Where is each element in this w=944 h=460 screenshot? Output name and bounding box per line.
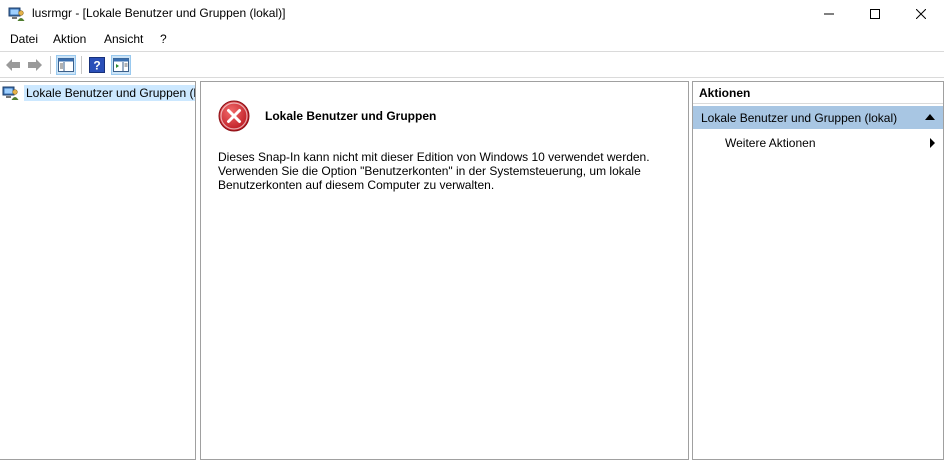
forward-arrow-icon: [28, 59, 42, 71]
users-groups-icon: [2, 85, 20, 101]
maximize-icon: [870, 9, 880, 19]
users-groups-icon: [8, 6, 26, 22]
submenu-arrow-icon: [930, 138, 935, 148]
tree-item-root[interactable]: Lokale Benutzer und Gruppen (lokal): [2, 84, 195, 102]
menu-help[interactable]: ?: [160, 32, 167, 46]
show-hide-console-tree-button[interactable]: [56, 55, 76, 75]
menu-aktion[interactable]: Aktion: [53, 32, 86, 46]
minimize-button[interactable]: [806, 0, 852, 28]
error-title: Lokale Benutzer und Gruppen: [265, 109, 437, 123]
show-hide-action-pane-icon: [113, 58, 129, 72]
window-title: lusrmgr - [Lokale Benutzer und Gruppen (…: [32, 6, 286, 20]
result-pane: Lokale Benutzer und Gruppen Dieses Snap-…: [200, 81, 689, 460]
back-arrow-icon: [6, 59, 20, 71]
title-bar: lusrmgr - [Lokale Benutzer und Gruppen (…: [0, 0, 944, 28]
help-icon: ?: [89, 57, 105, 73]
actions-group-header[interactable]: Lokale Benutzer und Gruppen (lokal): [693, 106, 943, 129]
menu-datei[interactable]: Datei: [10, 32, 38, 46]
back-button[interactable]: [3, 55, 23, 75]
show-hide-console-tree-icon: [58, 58, 74, 72]
error-icon: [218, 100, 250, 132]
close-button[interactable]: [898, 0, 944, 28]
action-more-actions[interactable]: Weitere Aktionen: [725, 136, 816, 150]
toolbar-separator: [81, 56, 82, 74]
error-message: Dieses Snap-In kann nicht mit dieser Edi…: [218, 150, 650, 192]
collapse-arrow-icon[interactable]: [925, 114, 935, 120]
toolbar-separator: [50, 56, 51, 74]
minimize-icon: [824, 13, 834, 15]
help-button[interactable]: ?: [87, 55, 107, 75]
actions-header: Aktionen: [693, 82, 943, 104]
svg-text:?: ?: [93, 59, 100, 73]
forward-button[interactable]: [25, 55, 45, 75]
show-hide-action-pane-button[interactable]: [111, 55, 131, 75]
tree-item-label: Lokale Benutzer und Gruppen (lokal): [24, 85, 195, 101]
toolbar: ?: [0, 51, 944, 78]
actions-group-label: Lokale Benutzer und Gruppen (lokal): [701, 110, 898, 125]
actions-pane: Aktionen Lokale Benutzer und Gruppen (lo…: [692, 81, 944, 460]
close-icon: [916, 9, 926, 19]
console-tree: Lokale Benutzer und Gruppen (lokal): [0, 81, 196, 460]
menu-ansicht[interactable]: Ansicht: [104, 32, 143, 46]
menu-bar: Datei Aktion Ansicht ?: [0, 28, 944, 51]
maximize-button[interactable]: [852, 0, 898, 28]
